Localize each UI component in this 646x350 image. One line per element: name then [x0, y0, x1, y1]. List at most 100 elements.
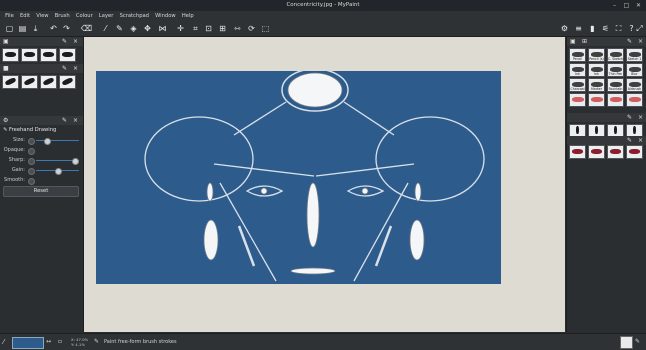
color-picker-icon[interactable]: ✎	[114, 23, 125, 34]
crop-icon[interactable]: ⌗	[190, 23, 201, 34]
brush-tile[interactable]: Ink	[569, 63, 586, 77]
pin-icon[interactable]: ✎	[627, 37, 632, 46]
slider-track[interactable]	[36, 140, 79, 141]
recent-brush[interactable]	[2, 75, 19, 89]
menu-scratchpad[interactable]: Scratchpad	[116, 11, 152, 21]
brush-tile[interactable]: Blur	[626, 63, 643, 77]
move-layer-icon[interactable]: ✛	[175, 23, 186, 34]
layer-thumbnail[interactable]	[620, 336, 633, 349]
menu-file[interactable]: File	[2, 11, 17, 21]
slider-thumb[interactable]	[55, 167, 62, 175]
brush-tile[interactable]	[607, 145, 624, 159]
brush-tile[interactable]: Pencil	[569, 48, 586, 62]
expand-icon[interactable]: ⤢	[634, 23, 645, 34]
menu-brush[interactable]: Brush	[52, 11, 73, 21]
fullscreen-icon[interactable]: ⛶	[613, 23, 624, 34]
brush-group-icon[interactable]: ▣	[570, 37, 576, 46]
canvas-viewport[interactable]	[84, 37, 565, 332]
brush-tile[interactable]	[607, 93, 624, 107]
brush-tile[interactable]	[588, 93, 605, 107]
flip-icon[interactable]: ⇿	[232, 23, 243, 34]
pressure-knob[interactable]	[28, 178, 35, 185]
menu-edit[interactable]: Edit	[17, 11, 33, 21]
pressure-knob[interactable]	[28, 168, 35, 175]
document-icon[interactable]: ▮	[587, 23, 598, 34]
menu-help[interactable]: Help	[179, 11, 197, 21]
maximize-button[interactable]: □	[622, 1, 631, 10]
rotate-icon[interactable]: ⟳	[246, 23, 257, 34]
close-dock-icon[interactable]: ×	[638, 136, 643, 145]
close-dock-icon[interactable]: ×	[73, 37, 78, 46]
undo-icon[interactable]: ↶	[48, 23, 59, 34]
eraser-icon[interactable]: ⌫	[81, 23, 92, 34]
resize-icon[interactable]: ⊡	[203, 23, 214, 34]
scale-icon[interactable]: ⊞	[217, 23, 228, 34]
new-document-icon[interactable]: ▢	[4, 23, 15, 34]
brush-tile[interactable]: Marker	[588, 78, 605, 92]
brush-tile[interactable]	[569, 145, 586, 159]
close-dock-icon[interactable]: ×	[638, 113, 643, 122]
recent-brush[interactable]	[40, 75, 57, 89]
brush-caption: Ink	[575, 72, 580, 76]
pin-icon[interactable]: ✎	[627, 113, 632, 122]
artwork[interactable]	[96, 68, 501, 284]
reset-button[interactable]: Reset	[3, 186, 79, 197]
minimize-button[interactable]: –	[610, 1, 619, 10]
close-button[interactable]: ✕	[634, 1, 643, 10]
recent-brush[interactable]	[40, 48, 57, 62]
pressure-knob[interactable]	[28, 148, 35, 155]
settings-icon[interactable]: ⚙	[559, 23, 570, 34]
menu-layer[interactable]: Layer	[96, 11, 117, 21]
brush-tile[interactable]: Sketch 1	[626, 48, 643, 62]
close-dock-icon[interactable]: ×	[73, 64, 78, 73]
symmetry-icon[interactable]: ⋈	[157, 23, 168, 34]
fill-bucket-icon[interactable]: ◈	[128, 23, 139, 34]
pin-icon[interactable]: ✎	[62, 64, 67, 73]
grid-icon[interactable]: ⊞	[582, 37, 587, 46]
recent-brush[interactable]	[59, 75, 76, 89]
current-color-swatch[interactable]	[12, 337, 44, 349]
pin-icon[interactable]: ✎	[627, 136, 632, 145]
menu-view[interactable]: View	[33, 11, 52, 21]
brush-tile[interactable]	[569, 93, 586, 107]
brush-caption: Pencil	[572, 57, 583, 61]
brush-tile[interactable]: Thin Pen	[607, 63, 624, 77]
slider-thumb[interactable]	[44, 137, 51, 145]
close-dock-icon[interactable]: ×	[638, 37, 643, 46]
layers-icon[interactable]: ≡	[573, 23, 584, 34]
swatch-icon: ■	[3, 65, 9, 72]
brush-tile[interactable]: Fountain	[607, 78, 624, 92]
pin-icon[interactable]: ✎	[62, 116, 67, 125]
menu-colour[interactable]: Colour	[73, 11, 96, 21]
open-file-icon[interactable]: ▤	[17, 23, 28, 34]
swap-icon[interactable]: ↔	[46, 337, 51, 347]
title-bar: Concentricity.jpg - MyPaint – □ ✕	[0, 0, 646, 11]
brush-tile[interactable]: Pencil (s)	[588, 48, 605, 62]
redo-icon[interactable]: ↷	[61, 23, 72, 34]
brush-tile[interactable]: Charcoal	[569, 78, 586, 92]
recent-brush[interactable]	[59, 48, 76, 62]
pan-hand-icon[interactable]: ✥	[142, 23, 153, 34]
pin-icon[interactable]: ✎	[62, 37, 67, 46]
slider-thumb[interactable]	[72, 157, 79, 165]
brush-tile[interactable]: Ink	[588, 63, 605, 77]
brush-tile[interactable]	[626, 93, 643, 107]
frame-icon[interactable]: ⬚	[260, 23, 271, 34]
save-file-icon[interactable]: ⤓	[30, 23, 41, 34]
brush-tile[interactable]: Airbrush	[626, 78, 643, 92]
recent-brush[interactable]	[21, 75, 38, 89]
brush-settings-icon[interactable]: ⚟	[600, 23, 611, 34]
pressure-knob[interactable]	[28, 138, 35, 145]
brush-tile[interactable]	[626, 145, 643, 159]
pressure-knob[interactable]	[28, 158, 35, 165]
recent-brush[interactable]	[21, 48, 38, 62]
color-details-icon[interactable]: ▫	[58, 337, 62, 347]
brush-tile[interactable]: C. Sketch	[607, 48, 624, 62]
brush-tile[interactable]	[588, 145, 605, 159]
pin-icon[interactable]: ✎	[635, 337, 640, 347]
brush-history-header: ▣ ✎ ×	[0, 37, 83, 46]
recent-brush[interactable]	[2, 48, 19, 62]
brush-icon[interactable]: ⁄	[100, 23, 111, 34]
menu-window[interactable]: Window	[152, 11, 179, 21]
close-dock-icon[interactable]: ×	[73, 116, 78, 125]
